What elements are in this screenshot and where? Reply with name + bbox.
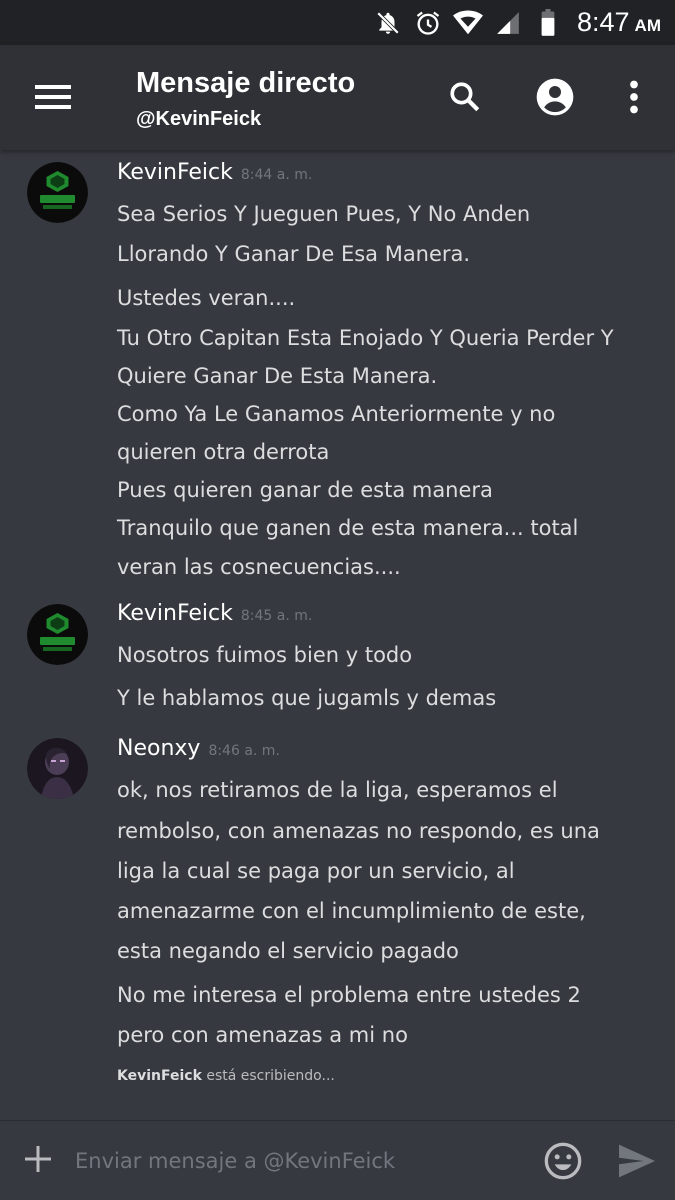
emoji-icon[interactable] <box>541 1139 585 1183</box>
kevinfeick-avatar[interactable] <box>27 162 88 223</box>
message-line: amenazarme con el incumplimiento de este… <box>117 899 586 923</box>
hamburger-menu-icon[interactable] <box>28 76 78 118</box>
message-line: quieren otra derrota <box>117 440 330 464</box>
page-subtitle: @KevinFeick <box>136 108 262 130</box>
typing-indicator: KevinFeick está escribiendo... <box>117 1068 335 1084</box>
status-bar: 8:47 AM <box>0 0 675 45</box>
message-line: veran las cosnecuencias.... <box>117 555 401 579</box>
message-author[interactable]: Neonxy 8:46 a. m. <box>117 736 280 761</box>
more-vert-icon[interactable] <box>612 75 656 119</box>
send-icon[interactable] <box>614 1141 660 1181</box>
kevinfeick-avatar[interactable] <box>27 604 88 665</box>
notifications-off-icon <box>371 6 405 40</box>
message-line: ok, nos retiramos de la liga, esperamos … <box>117 778 558 802</box>
message-timestamp: 8:45 a. m. <box>240 608 313 624</box>
message-composer <box>0 1120 675 1200</box>
message-line: pero con amenazas a mi no <box>117 1023 408 1047</box>
status-clock: 8:47 <box>576 7 630 37</box>
message-timestamp: 8:46 a. m. <box>208 743 280 759</box>
message-author[interactable]: KevinFeick 8:45 a. m. <box>117 601 312 626</box>
signal-icon <box>491 6 525 40</box>
wifi-icon <box>451 6 485 40</box>
message-line: esta negando el servicio pagado <box>117 939 459 963</box>
app-bar: Mensaje directo @KevinFeick <box>0 45 675 150</box>
message-list[interactable]: KevinFeick 8:44 a. m. Sea Serios Y Juegue… <box>0 150 675 1120</box>
neonxy-avatar[interactable] <box>27 738 88 799</box>
message-author[interactable]: KevinFeick 8:44 a. m. <box>117 160 312 185</box>
page-title: Mensaje directo <box>136 67 356 99</box>
message-line: rembolso, con amenazas no respondo, es u… <box>117 819 600 843</box>
message-line: Nosotros fuimos bien y todo <box>117 643 413 667</box>
message-line: liga la cual se paga por un servicio, al <box>117 859 515 883</box>
alarm-icon <box>411 6 445 40</box>
battery-icon <box>531 6 565 40</box>
message-line: Tu Otro Capitan Esta Enojado Y Queria Pe… <box>117 326 614 350</box>
message-line: Llorando Y Ganar De Esa Manera. <box>117 242 471 266</box>
plus-icon[interactable] <box>20 1141 56 1177</box>
search-icon[interactable] <box>443 75 487 119</box>
message-line: Sea Serios Y Jueguen Pues, Y No Anden <box>117 202 531 226</box>
message-line: No me interesa el problema entre ustedes… <box>117 983 581 1007</box>
account-icon[interactable] <box>533 75 577 119</box>
message-line: Pues quieren ganar de esta manera <box>117 478 493 502</box>
message-line: Tranquilo que ganen de esta manera... to… <box>117 516 579 540</box>
message-line: Ustedes veran.... <box>117 286 296 310</box>
message-line: Y le hablamos que jugamls y demas <box>117 686 497 710</box>
message-timestamp: 8:44 a. m. <box>240 167 313 183</box>
header-title-block: Mensaje directo @KevinFeick <box>136 67 355 131</box>
status-ampm: AM <box>634 15 661 35</box>
message-input[interactable] <box>75 1143 515 1179</box>
message-line: Como Ya Le Ganamos Anteriormente y no <box>117 402 556 426</box>
typing-user: KevinFeick <box>117 1068 202 1084</box>
message-line: Quiere Ganar De Esta Manera. <box>117 364 438 388</box>
typing-text: está escribiendo... <box>206 1068 335 1084</box>
